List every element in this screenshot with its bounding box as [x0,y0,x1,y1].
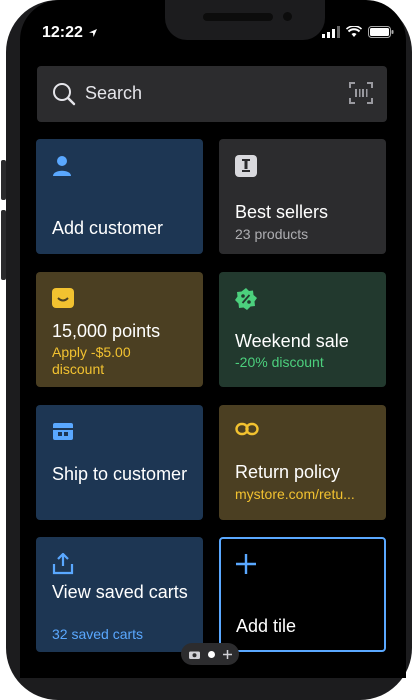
tile-subtitle: 32 saved carts [52,626,144,642]
camera-icon [188,651,200,659]
speaker [203,13,273,21]
smile-badge-icon [52,288,74,308]
battery-icon [368,26,394,38]
search-icon [53,83,76,106]
tile-add-tile[interactable]: Add tile [219,537,386,652]
percent-badge-icon [235,288,257,310]
tile-ship-to-customer[interactable]: Ship to customer [36,405,203,520]
add-page-icon[interactable] [222,649,232,659]
tile-title: Return policy [235,462,341,482]
volume-button [1,210,6,280]
tile-view-saved-carts[interactable]: View saved carts 32 saved carts [36,537,203,652]
shipping-box-icon [53,423,73,440]
plus-icon [236,554,256,574]
tile-subtitle: 23 products [235,226,309,242]
tile-best-sellers[interactable]: Best sellers 23 products [219,139,386,254]
tile-points[interactable]: 15,000 points Apply -$5.00 discount [36,272,203,387]
tile-title: 15,000 points [52,321,161,341]
location-arrow-icon [89,29,97,37]
link-icon [235,422,259,436]
wifi-icon [346,26,362,37]
status-time: 12:22 [42,24,83,41]
notch [165,0,325,40]
tile-subtitle: mystore.com/retu... [235,486,355,502]
trophy-icon [235,155,257,177]
tile-add-customer[interactable]: Add customer [36,139,203,254]
person-icon [53,156,71,176]
barcode-scan-icon[interactable] [349,82,373,104]
tile-subtitle: Apply -$5.00 discount [52,344,131,377]
status-icons [322,26,394,38]
tile-weekend-sale[interactable]: Weekend sale -20% discount [219,272,386,387]
tile-subtitle: -20% discount [235,354,324,370]
tile-title: Add customer [52,218,164,238]
tile-title: Ship to customer [52,464,188,484]
tile-title: Add tile [236,616,297,636]
tile-title: View saved carts [52,582,188,602]
tile-title: Weekend sale [235,331,349,351]
page-indicator[interactable] [181,643,239,665]
mute-switch [1,160,6,200]
share-upload-icon [52,553,74,575]
search-label: Search [85,83,143,103]
signal-icon [322,26,340,38]
front-camera [283,12,292,21]
tile-return-policy[interactable]: Return policy mystore.com/retu... [219,405,386,520]
search-bar[interactable]: Search [37,66,387,122]
page-dot-active[interactable] [207,650,215,658]
tile-title: Best sellers [235,202,329,222]
